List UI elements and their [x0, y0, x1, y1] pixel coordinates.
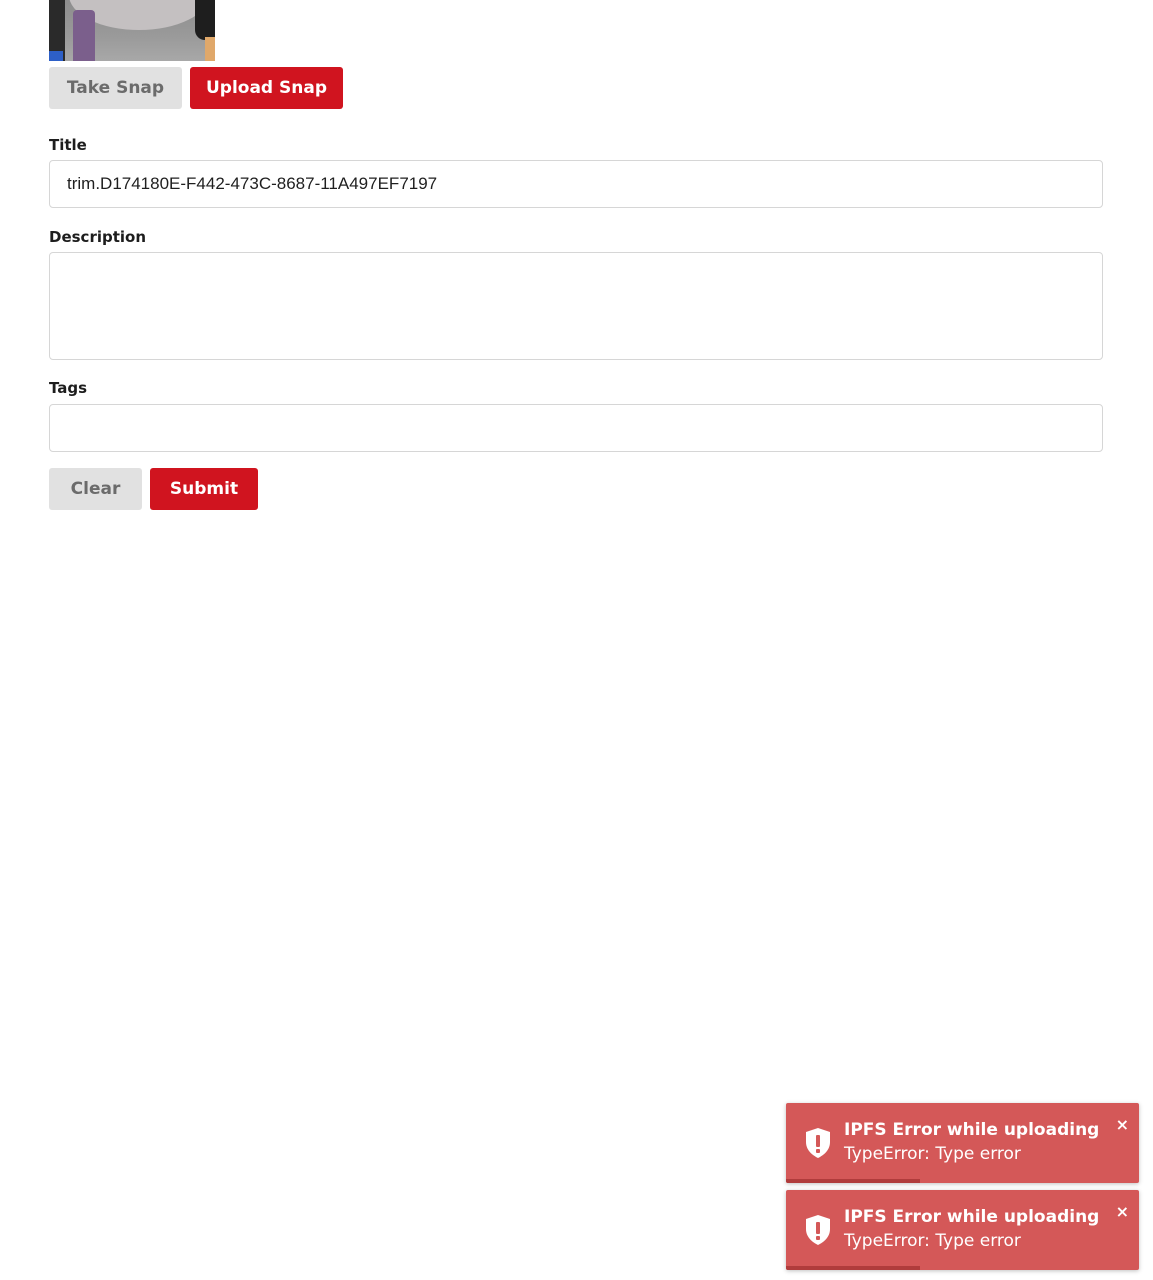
snap-preview-image — [49, 0, 215, 61]
take-snap-button[interactable]: Take Snap — [49, 67, 182, 109]
clear-button[interactable]: Clear — [49, 468, 142, 510]
toast-message: TypeError: Type error — [844, 1231, 1021, 1251]
tags-label: Tags — [49, 379, 88, 397]
description-textarea[interactable] — [49, 252, 1103, 360]
error-toast[interactable]: IPFS Error while uploading TypeError: Ty… — [786, 1190, 1139, 1270]
upload-snap-button[interactable]: Upload Snap — [190, 67, 343, 109]
title-label: Title — [49, 136, 87, 154]
toast-message: TypeError: Type error — [844, 1144, 1021, 1164]
error-toast[interactable]: IPFS Error while uploading TypeError: Ty… — [786, 1103, 1139, 1183]
toast-title: IPFS Error while uploading — [844, 1120, 1100, 1140]
tags-input[interactable] — [49, 404, 1103, 452]
toast-title: IPFS Error while uploading — [844, 1207, 1100, 1227]
shield-exclamation-icon — [804, 1214, 832, 1246]
toast-progress-bar — [786, 1179, 921, 1183]
toast-progress-track — [786, 1266, 1139, 1270]
title-input[interactable] — [49, 160, 1103, 208]
shield-exclamation-icon — [804, 1127, 832, 1159]
submit-button[interactable]: Submit — [150, 468, 258, 510]
toast-progress-bar — [786, 1266, 921, 1270]
toast-close-button[interactable]: × — [1116, 1117, 1129, 1133]
toast-close-button[interactable]: × — [1116, 1204, 1129, 1220]
description-label: Description — [49, 228, 147, 246]
toast-progress-track — [786, 1179, 1139, 1183]
snap-upload-page: Take Snap Upload Snap Title Description … — [0, 0, 1153, 1280]
